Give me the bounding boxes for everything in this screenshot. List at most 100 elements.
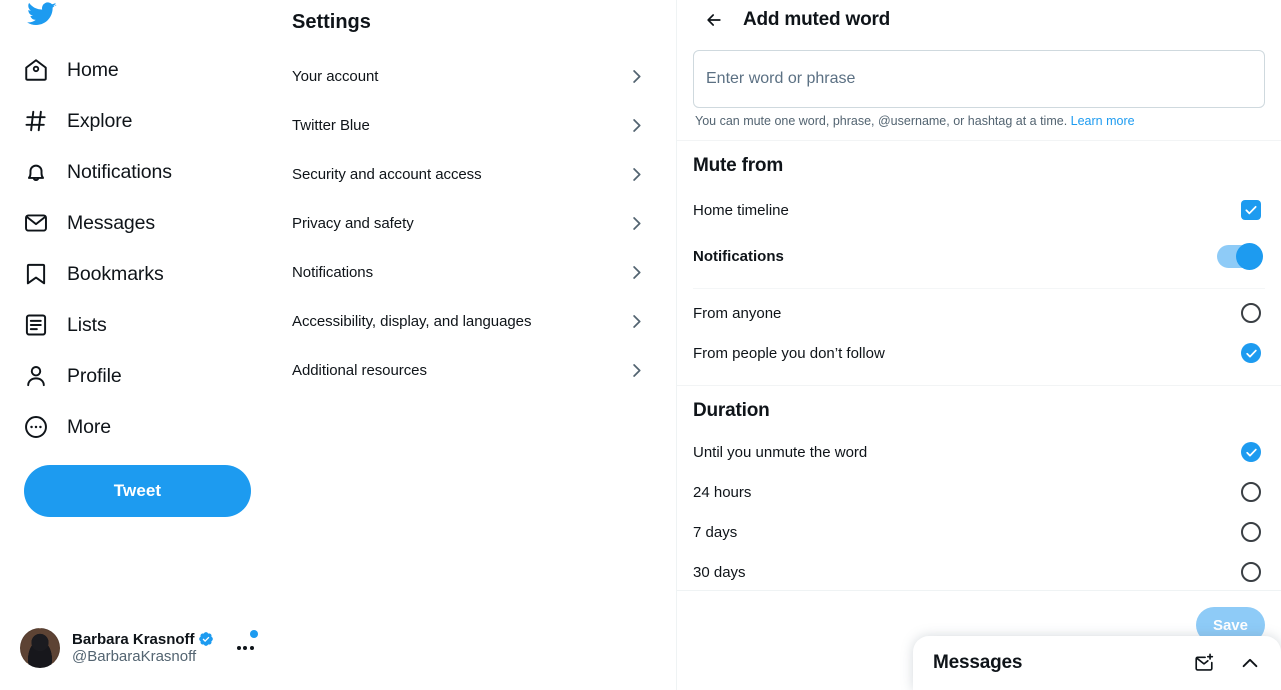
sidebar-item-messages[interactable]: Messages [12,197,175,248]
chevron-right-icon [627,116,646,135]
duration-title: Duration [693,400,770,421]
chevron-right-icon [627,165,646,184]
tweet-button[interactable]: Tweet [24,465,251,517]
sidebar-item-more[interactable]: More [12,401,131,452]
account-name: Barbara Krasnoff [72,630,195,648]
settings-item-label: Your account [292,68,379,85]
settings-item-label: Security and account access [292,166,482,183]
duration-option-until-unmute[interactable]: Until you unmute the word [693,432,1265,472]
twitter-settings-app: Home Explore Notifications Messages Book… [0,0,1281,690]
input-helper-text: You can mute one word, phrase, @username… [693,114,1265,128]
chevron-up-icon [1239,652,1261,674]
option-label: 24 hours [693,483,752,501]
primary-sidebar: Home Explore Notifications Messages Book… [0,0,276,690]
messages-dock-actions [1189,648,1265,678]
sidebar-item-bookmarks[interactable]: Bookmarks [12,248,184,299]
settings-item-notifications[interactable]: Notifications [292,248,660,297]
page-title: Settings [292,10,371,33]
settings-item-privacy-and-safety[interactable]: Privacy and safety [292,199,660,248]
option-label: Notifications [693,247,784,265]
until-unmute-radio[interactable] [1241,442,1261,462]
settings-item-accessibility-display-and-languages[interactable]: Accessibility, display, and languages [292,297,660,346]
new-message-icon [1193,652,1215,674]
option-from-anyone[interactable]: From anyone [693,293,1265,333]
more-circle-icon [22,413,50,441]
option-home-timeline[interactable]: Home timeline [693,187,1265,233]
back-button[interactable] [697,3,731,37]
bell-icon [22,158,50,186]
arrow-left-icon [704,10,724,30]
envelope-icon [22,209,50,237]
person-icon [22,362,50,390]
inner-divider [693,288,1265,289]
add-muted-word-panel: Add muted word You can mute one word, ph… [676,0,1281,690]
settings-item-your-account[interactable]: Your account [292,52,660,101]
messages-dock[interactable]: Messages [913,636,1281,690]
account-handle: @BarbaraKrasnoff [72,647,197,665]
sidebar-item-label: Explore [67,109,133,132]
notifications-toggle[interactable] [1217,242,1263,270]
from-anyone-radio[interactable] [1241,303,1261,323]
settings-item-twitter-blue[interactable]: Twitter Blue [292,101,660,150]
sidebar-item-label: More [67,415,112,438]
more-dots-icon[interactable] [234,630,258,659]
settings-item-label: Accessibility, display, and languages [292,313,532,330]
duration-option-24-hours[interactable]: 24 hours [693,472,1265,512]
learn-more-link[interactable]: Learn more [1071,114,1135,128]
chevron-right-icon [627,361,646,380]
sidebar-item-lists[interactable]: Lists [12,299,127,350]
settings-item-security-and-account-access[interactable]: Security and account access [292,150,660,199]
duration-option-30-days[interactable]: 30 days [693,552,1265,592]
30-days-radio[interactable] [1241,562,1261,582]
sidebar-item-label: Profile [67,364,122,387]
option-notifications[interactable]: Notifications [693,233,1265,279]
option-label: Home timeline [693,201,789,219]
messages-dock-title: Messages [933,652,1023,673]
expand-messages-button[interactable] [1235,648,1265,678]
account-info: Barbara Krasnoff @BarbaraKrasnoff [72,631,230,666]
sidebar-item-notifications[interactable]: Notifications [12,146,192,197]
24-hours-radio[interactable] [1241,482,1261,502]
settings-item-label: Additional resources [292,362,427,379]
sidebar-item-label: Messages [67,211,156,234]
sidebar-item-label: Notifications [67,160,172,183]
sidebar-item-home[interactable]: Home [12,44,139,95]
detail-header: Add muted word [677,0,1281,40]
7-days-radio[interactable] [1241,522,1261,542]
option-label: Until you unmute the word [693,443,868,461]
sidebar-item-profile[interactable]: Profile [12,350,142,401]
option-label: 7 days [693,523,738,541]
sidebar-item-label: Bookmarks [67,262,164,285]
list-icon [22,311,50,339]
sidebar-item-explore[interactable]: Explore [12,95,152,146]
twitter-bird-icon[interactable] [16,0,68,34]
verified-badge-icon [198,631,214,647]
account-switcher[interactable]: Barbara Krasnoff @BarbaraKrasnoff [10,616,266,680]
home-icon [22,56,50,84]
option-from-people-you-dont-follow[interactable]: From people you don’t follow [693,333,1265,373]
from-people-you-dont-follow-radio[interactable] [1241,343,1261,363]
duration-section: Duration Until you unmute the word 24 ho… [677,386,1281,592]
settings-item-label: Twitter Blue [292,117,370,134]
unread-dot-badge [250,630,258,638]
sidebar-item-label: Lists [67,313,107,336]
option-label: From anyone [693,304,782,322]
settings-column: Settings Your account Twitter Blue Secur… [276,0,676,690]
home-timeline-checkbox[interactable] [1241,200,1261,220]
detail-title: Add muted word [743,9,891,30]
toggle-knob [1236,242,1263,270]
helper-text: You can mute one word, phrase, @username… [695,114,1068,128]
option-label: 30 days [693,563,746,581]
option-label: From people you don’t follow [693,344,885,362]
duration-option-7-days[interactable]: 7 days [693,512,1265,552]
chevron-right-icon [627,312,646,331]
settings-item-additional-resources[interactable]: Additional resources [292,346,660,395]
sidebar-item-label: Home [67,58,119,81]
settings-list: Your account Twitter Blue Security and a… [292,52,660,395]
mute-from-section: Mute from Home timeline Notifications Fr… [677,141,1281,373]
mute-from-title: Mute from [693,155,784,176]
chevron-right-icon [627,214,646,233]
new-message-button[interactable] [1189,648,1219,678]
settings-item-label: Privacy and safety [292,215,414,232]
muted-word-input[interactable] [693,50,1265,108]
